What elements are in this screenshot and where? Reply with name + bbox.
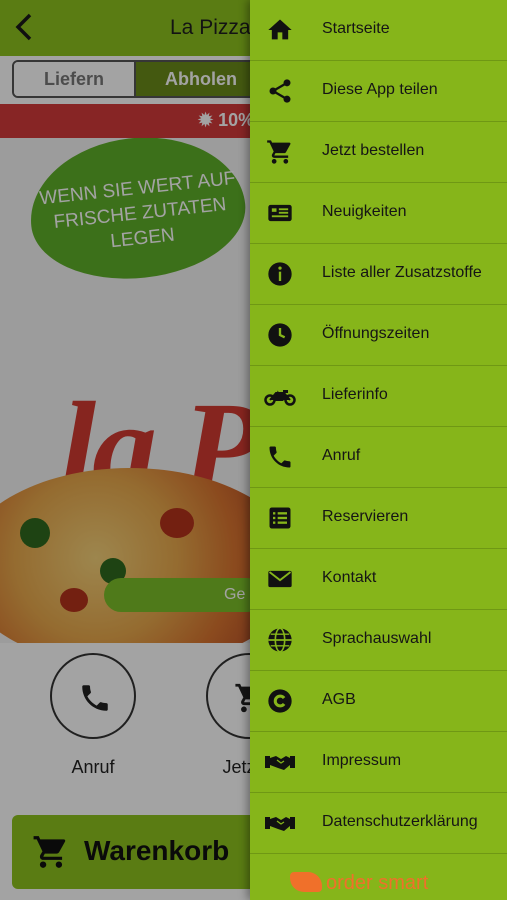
- order-smart-text: order smart: [326, 872, 429, 894]
- handshake-icon: [265, 756, 295, 770]
- menu-item-neuigkeiten[interactable]: Neuigkeiten: [250, 183, 507, 244]
- menu-item-label: Reservieren: [322, 508, 409, 525]
- menu-item-reservieren[interactable]: Reservieren: [250, 488, 507, 549]
- motorcycle-icon: [264, 390, 296, 406]
- clock-icon: [268, 323, 292, 347]
- list-icon: [269, 507, 291, 529]
- menu-item-label: Impressum: [322, 752, 402, 769]
- menu-item-kontakt[interactable]: Kontakt: [250, 549, 507, 610]
- globe-icon: [268, 627, 292, 653]
- menu-item-label: Datenschutzerklärung: [322, 813, 478, 830]
- handshake-icon: [265, 817, 295, 831]
- menu-item-label: Sprachauswahl: [322, 630, 432, 647]
- menu-item-label: Kontakt: [322, 569, 377, 586]
- menu-item-label: Diese App teilen: [322, 81, 438, 98]
- menu-item-share[interactable]: Diese App teilen: [250, 61, 507, 122]
- menu-item-label: AGB: [322, 691, 356, 708]
- menu-item-startseite[interactable]: Startseite: [250, 0, 507, 61]
- menu-item-label: Lieferinfo: [322, 386, 388, 403]
- menu-item-oeffnungszeiten[interactable]: Öffnungszeiten: [250, 305, 507, 366]
- navigation-drawer: Startseite Diese App teilen Jetzt bestel…: [250, 0, 507, 900]
- info-icon: [268, 262, 292, 286]
- menu-item-zusatzstoffe[interactable]: Liste aller Zusatzstoffe: [250, 244, 507, 305]
- menu-item-label: Anruf: [322, 447, 361, 464]
- order-smart-mark: [290, 872, 322, 892]
- copyright-icon: [268, 689, 292, 713]
- menu-item-datenschutz[interactable]: Datenschutzerklärung: [250, 793, 507, 854]
- menu-item-sprachauswahl[interactable]: Sprachauswahl: [250, 610, 507, 671]
- menu-item-label: Öffnungszeiten: [322, 325, 430, 342]
- home-icon: [268, 19, 292, 40]
- menu-item-bestellen[interactable]: Jetzt bestellen: [250, 122, 507, 183]
- envelope-icon: [268, 570, 292, 588]
- share-icon: [269, 79, 291, 103]
- menu-item-agb[interactable]: AGB: [250, 671, 507, 732]
- phone-icon: [269, 446, 291, 468]
- menu-item-lieferinfo[interactable]: Lieferinfo: [250, 366, 507, 427]
- menu-item-label: Startseite: [322, 20, 390, 37]
- newspaper-icon: [268, 204, 292, 222]
- order-smart-logo: order smart: [290, 872, 428, 895]
- menu-item-label: Neuigkeiten: [322, 203, 407, 220]
- menu-item-label: Jetzt bestellen: [322, 142, 425, 159]
- menu-item-anruf[interactable]: Anruf: [250, 427, 507, 488]
- menu-item-label: Liste aller Zusatzstoffe: [322, 264, 482, 281]
- cart-icon: [267, 140, 291, 164]
- menu-item-impressum[interactable]: Impressum: [250, 732, 507, 793]
